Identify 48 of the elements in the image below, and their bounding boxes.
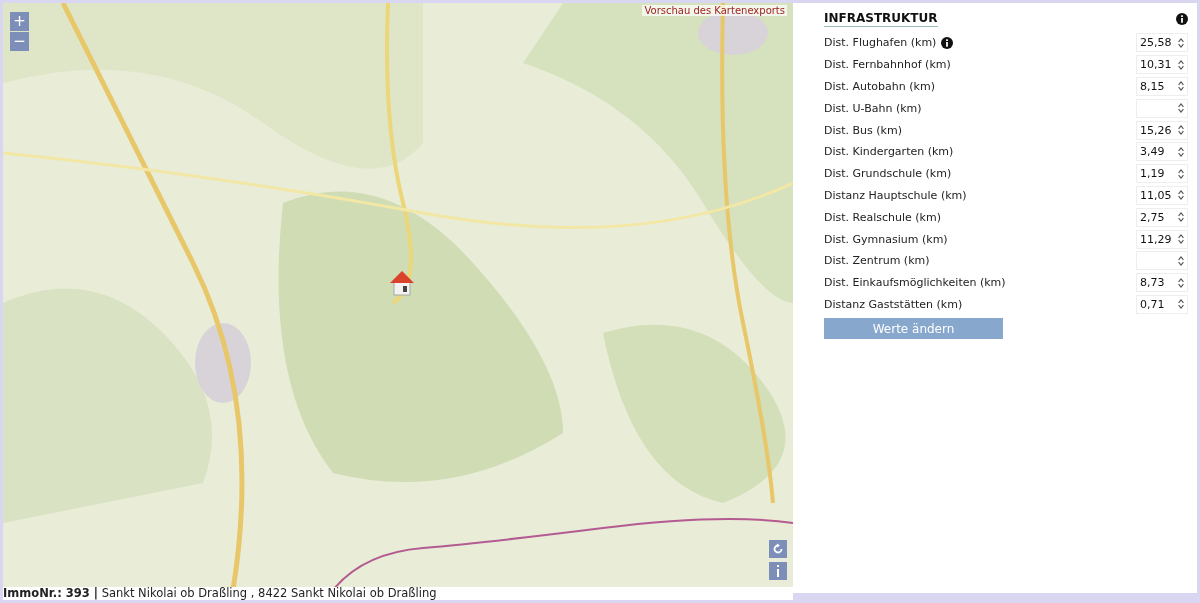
field-label: Dist. Realschule (km) (824, 210, 941, 224)
spinner-icon[interactable] (1177, 102, 1185, 115)
field-label: Dist. Grundschule (km) (824, 167, 952, 181)
spinner-icon[interactable] (1177, 124, 1185, 137)
section-title: INFRASTRUKTUR (824, 11, 938, 27)
field-label: Distanz Hauptschule (km) (824, 188, 967, 202)
number-field[interactable] (1136, 98, 1188, 118)
spinner-icon[interactable] (1177, 36, 1185, 49)
number-field[interactable]: 10,31 (1136, 55, 1188, 75)
house-marker-icon (388, 269, 416, 297)
field-label: Dist. Fernbahnhof (km) (824, 58, 951, 72)
spinner-icon[interactable] (1177, 233, 1185, 246)
field-label: Dist. Zentrum (km) (824, 254, 930, 268)
field-label: Dist. Einkaufsmöglichkeiten (km) (824, 276, 1006, 290)
spinner-icon[interactable] (1177, 298, 1185, 311)
field-label: Dist. Bus (km) (824, 123, 902, 137)
field-label: Dist. U-Bahn (km) (824, 101, 922, 115)
export-preview-label: Vorschau des Kartenexports (642, 5, 787, 16)
number-field[interactable]: 15,26 (1136, 120, 1188, 140)
info-button[interactable] (769, 562, 787, 580)
spinner-icon[interactable] (1177, 254, 1185, 267)
number-field[interactable]: 3,49 (1136, 142, 1188, 162)
info-icon[interactable] (1176, 13, 1188, 25)
spinner-icon[interactable] (1177, 189, 1185, 202)
spinner-icon[interactable] (1177, 80, 1185, 93)
number-field[interactable]: 11,05 (1136, 185, 1188, 205)
spinner-icon[interactable] (1177, 211, 1185, 224)
spinner-icon[interactable] (1177, 167, 1185, 180)
number-field[interactable]: 8,15 (1136, 77, 1188, 96)
number-field[interactable]: 11,29 (1136, 229, 1188, 249)
info-icon (776, 565, 780, 577)
field-label: Dist. Kindergarten (km) (824, 145, 954, 159)
number-field[interactable]: 25,58 (1136, 33, 1188, 53)
number-field[interactable]: 8,73 (1136, 273, 1188, 293)
info-icon[interactable] (941, 36, 954, 49)
number-field[interactable]: 0,71 (1136, 294, 1188, 314)
field-label: Dist. Gymnasium (km) (824, 232, 948, 246)
field-label: Dist. Autobahn (km) (824, 80, 935, 93)
spinner-icon[interactable] (1177, 276, 1185, 289)
field-label: Distanz Gaststätten (km) (824, 297, 963, 311)
number-field[interactable] (1136, 251, 1188, 271)
spinner-icon[interactable] (1177, 58, 1185, 71)
refresh-icon (772, 543, 784, 555)
refresh-button[interactable] (769, 540, 787, 558)
number-field[interactable]: 1,19 (1136, 164, 1188, 184)
number-field[interactable]: 2,75 (1136, 207, 1188, 227)
field-label: Dist. Flughafen (km) (824, 36, 937, 50)
spinner-icon[interactable] (1177, 145, 1185, 158)
